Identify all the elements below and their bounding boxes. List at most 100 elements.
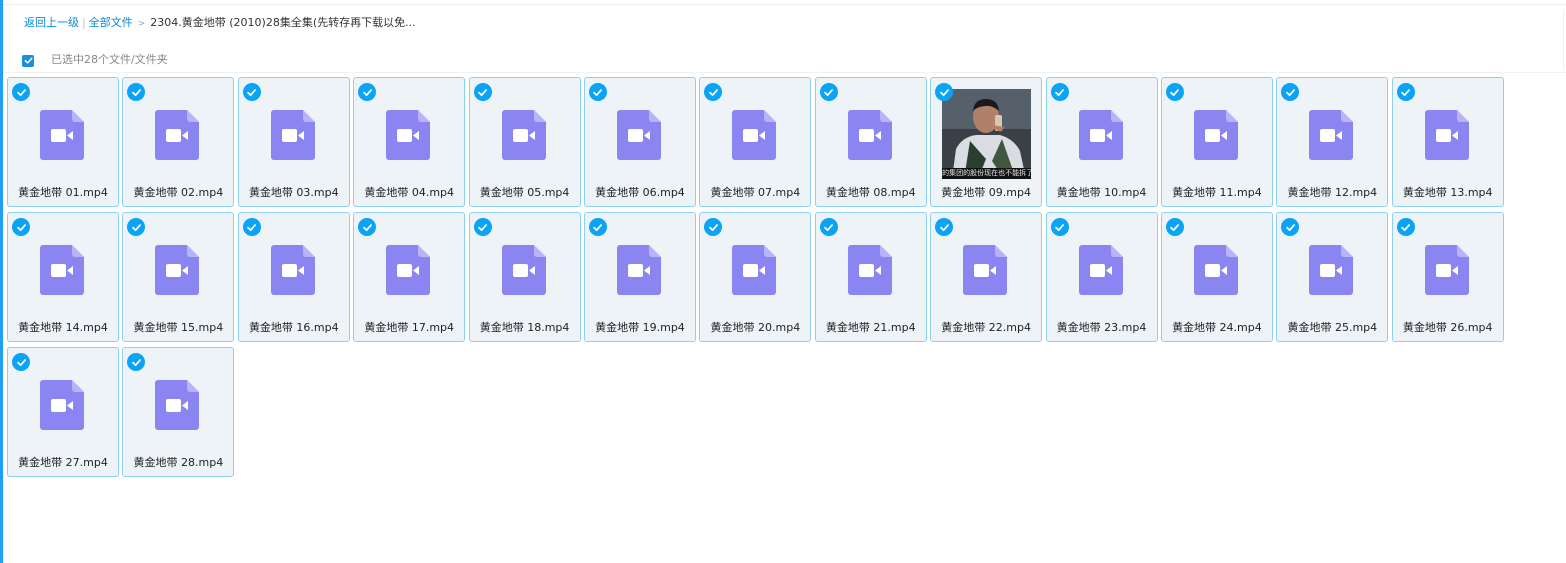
back-link[interactable]: 返回上一级 xyxy=(24,16,79,29)
file-tile[interactable]: 黄金地带 19.mp4 xyxy=(583,212,696,342)
file-name: 黄金地带 04.mp4 xyxy=(364,186,455,199)
file-name: 黄金地带 11.mp4 xyxy=(1172,186,1262,199)
file-tile[interactable]: 黄金地带 04.mp4 xyxy=(353,77,466,207)
file-tile[interactable]: 黄金地带 05.mp4 xyxy=(468,77,581,207)
selected-check-icon[interactable] xyxy=(1396,83,1415,101)
file-tile[interactable]: 黄金地带 25.mp4 xyxy=(1276,212,1389,342)
checkmark-icon xyxy=(247,88,257,96)
selected-check-icon[interactable] xyxy=(127,83,146,101)
file-tile[interactable]: 黄金地带 26.mp4 xyxy=(1391,212,1504,342)
video-file-icon xyxy=(386,245,431,295)
file-tile[interactable]: 黄金地带 14.mp4 xyxy=(7,212,119,342)
file-tile[interactable]: 黄金地带 15.mp4 xyxy=(122,212,235,342)
file-tile[interactable]: 黄金地带 20.mp4 xyxy=(699,212,812,342)
select-all-checkbox[interactable] xyxy=(22,54,34,67)
file-tile[interactable]: 黄金地带 12.mp4 xyxy=(1276,77,1389,207)
file-tile[interactable]: 黄金地带 23.mp4 xyxy=(1045,212,1158,342)
checkmark-icon xyxy=(478,88,488,96)
checkmark-icon xyxy=(939,223,949,231)
file-tile[interactable]: 的集团的股份现在也不能拆了 黄金地带 09.mp4 xyxy=(930,77,1043,207)
selected-check-icon[interactable] xyxy=(704,218,723,236)
video-file-icon xyxy=(732,110,777,160)
selected-check-icon[interactable] xyxy=(1396,218,1415,236)
file-name: 黄金地带 16.mp4 xyxy=(248,321,339,334)
file-name: 黄金地带 17.mp4 xyxy=(364,321,455,334)
file-name: 黄金地带 28.mp4 xyxy=(133,456,224,469)
file-tile[interactable]: 黄金地带 16.mp4 xyxy=(237,212,350,342)
video-file-icon xyxy=(40,245,84,295)
file-tile[interactable]: 黄金地带 11.mp4 xyxy=(1160,77,1273,207)
selected-check-icon[interactable] xyxy=(473,83,492,101)
file-tile[interactable]: 黄金地带 06.mp4 xyxy=(583,77,696,207)
selected-check-icon[interactable] xyxy=(1165,218,1184,236)
toolbar-divider xyxy=(3,72,1566,73)
video-file-icon xyxy=(1078,245,1123,295)
checkmark-icon xyxy=(24,57,32,64)
selected-check-icon[interactable] xyxy=(12,83,30,101)
checkmark-icon xyxy=(593,223,603,231)
file-tile[interactable]: 黄金地带 21.mp4 xyxy=(814,212,927,342)
file-tile[interactable]: 黄金地带 03.mp4 xyxy=(237,77,350,207)
top-divider xyxy=(3,4,1566,5)
file-name: 黄金地带 19.mp4 xyxy=(595,321,685,334)
file-tile[interactable]: 黄金地带 02.mp4 xyxy=(122,77,235,207)
selected-check-icon[interactable] xyxy=(358,218,377,236)
video-file-icon xyxy=(270,245,315,295)
selected-check-icon[interactable] xyxy=(473,218,492,236)
breadcrumb-separator: | xyxy=(82,16,86,29)
video-file-icon xyxy=(1424,110,1469,160)
breadcrumb: 返回上一级 | 全部文件 >2304.黄金地带 (2010)28集全集(先转存再下载以… xyxy=(24,15,416,32)
file-grid: 黄金地带 01.mp4 黄金地带 02.mp4 黄金地带 03.mp4 黄金地带 04… xyxy=(7,77,1504,477)
selected-check-icon[interactable] xyxy=(819,83,838,101)
selected-check-icon[interactable] xyxy=(358,83,377,101)
video-file-icon xyxy=(155,380,200,430)
selected-check-icon[interactable] xyxy=(1050,83,1069,101)
selected-check-icon[interactable] xyxy=(704,83,723,101)
all-files-link[interactable]: 全部文件 xyxy=(89,16,133,29)
file-name: 黄金地带 18.mp4 xyxy=(479,321,570,334)
file-name: 黄金地带 08.mp4 xyxy=(825,186,916,199)
selected-check-icon[interactable] xyxy=(127,218,146,236)
selected-check-icon[interactable] xyxy=(1281,218,1300,236)
selected-check-icon[interactable] xyxy=(127,353,146,371)
file-tile[interactable]: 黄金地带 01.mp4 xyxy=(7,77,119,207)
file-tile[interactable]: 黄金地带 08.mp4 xyxy=(814,77,927,207)
file-tile[interactable]: 黄金地带 22.mp4 xyxy=(930,212,1043,342)
file-tile[interactable]: 黄金地带 28.mp4 xyxy=(122,347,235,477)
selected-check-icon[interactable] xyxy=(588,218,607,236)
checkmark-icon xyxy=(1285,223,1295,231)
video-file-icon xyxy=(1193,110,1238,160)
video-file-icon xyxy=(501,110,546,160)
file-tile[interactable]: 黄金地带 10.mp4 xyxy=(1045,77,1158,207)
file-tile[interactable]: 黄金地带 24.mp4 xyxy=(1160,212,1273,342)
file-tile[interactable]: 黄金地带 13.mp4 xyxy=(1391,77,1504,207)
selected-check-icon[interactable] xyxy=(242,218,261,236)
left-accent-bar xyxy=(0,0,3,563)
video-file-icon xyxy=(616,110,661,160)
file-tile[interactable]: 黄金地带 27.mp4 xyxy=(7,347,119,477)
selected-check-icon[interactable] xyxy=(1165,83,1184,101)
video-file-icon xyxy=(40,380,84,430)
file-tile[interactable]: 黄金地带 18.mp4 xyxy=(468,212,581,342)
selected-check-icon[interactable] xyxy=(588,83,607,101)
selected-check-icon[interactable] xyxy=(1050,218,1069,236)
file-tile[interactable]: 黄金地带 07.mp4 xyxy=(699,77,812,207)
file-name: 黄金地带 05.mp4 xyxy=(479,186,570,199)
video-file-icon xyxy=(386,110,431,160)
video-file-icon xyxy=(847,110,892,160)
file-tile[interactable]: 黄金地带 17.mp4 xyxy=(353,212,466,342)
breadcrumb-arrow: > xyxy=(137,19,146,29)
file-name: 黄金地带 14.mp4 xyxy=(18,321,108,334)
selected-check-icon[interactable] xyxy=(1281,83,1300,101)
file-name: 黄金地带 07.mp4 xyxy=(710,186,801,199)
selected-check-icon[interactable] xyxy=(935,218,954,236)
checkmark-icon xyxy=(1401,88,1411,96)
selected-check-icon[interactable] xyxy=(12,218,30,236)
selected-check-icon[interactable] xyxy=(819,218,838,236)
selected-check-icon[interactable] xyxy=(12,353,30,371)
selected-check-icon[interactable] xyxy=(242,83,261,101)
selected-check-icon[interactable] xyxy=(935,83,954,101)
selection-bar: 已选中28个文件/文件夹 xyxy=(22,50,168,68)
video-file-icon xyxy=(270,110,315,160)
current-folder: 2304.黄金地带 (2010)28集全集(先转存再下载以免... xyxy=(150,16,416,29)
